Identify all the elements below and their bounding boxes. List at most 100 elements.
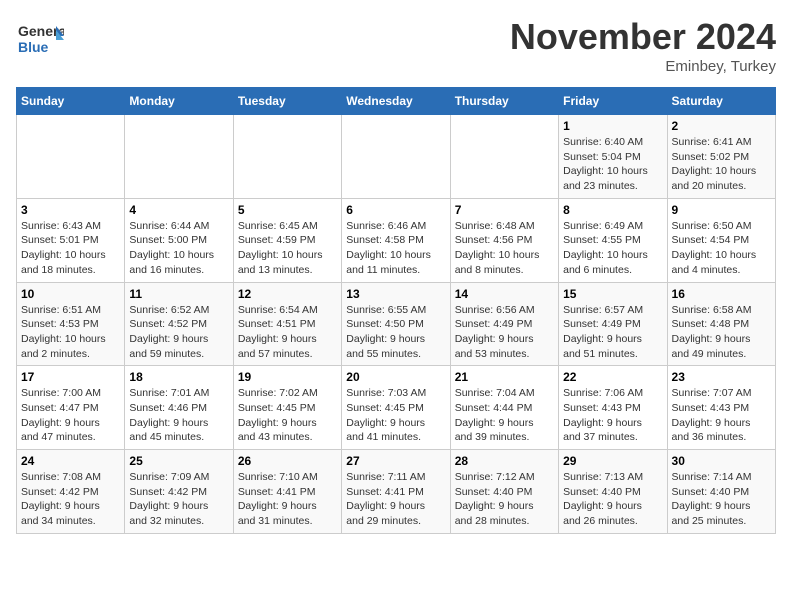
day-number: 18 <box>129 370 228 384</box>
calendar-cell: 23 Sunrise: 7:07 AM Sunset: 4:43 PM Dayli… <box>667 366 775 450</box>
day-number: 26 <box>238 454 337 468</box>
day-number: 16 <box>672 287 771 301</box>
page-header: General Blue November 2024 Eminbey, Turk… <box>16 16 776 75</box>
calendar-cell: 10 Sunrise: 6:51 AM Sunset: 4:53 PM Dayli… <box>17 282 125 366</box>
weekday-label: Saturday <box>667 88 775 115</box>
day-info: Sunrise: 7:12 AM Sunset: 4:40 PM Dayligh… <box>455 470 554 529</box>
day-info: Sunrise: 7:08 AM Sunset: 4:42 PM Dayligh… <box>21 470 120 529</box>
weekday-label: Thursday <box>450 88 558 115</box>
day-number: 8 <box>563 203 662 217</box>
day-number: 12 <box>238 287 337 301</box>
day-info: Sunrise: 6:44 AM Sunset: 5:00 PM Dayligh… <box>129 219 228 278</box>
calendar-cell: 5Sunrise: 6:45 AM Sunset: 4:59 PM Daylig… <box>233 198 341 282</box>
day-info: Sunrise: 6:57 AM Sunset: 4:49 PM Dayligh… <box>563 303 662 362</box>
day-number: 29 <box>563 454 662 468</box>
calendar-cell: 1 Sunrise: 6:40 AM Sunset: 5:04 PM Daylig… <box>559 115 667 199</box>
calendar-cell: 15 Sunrise: 6:57 AM Sunset: 4:49 PM Dayli… <box>559 282 667 366</box>
day-number: 9 <box>672 203 771 217</box>
day-number: 20 <box>346 370 445 384</box>
calendar-cell: 18 Sunrise: 7:01 AM Sunset: 4:46 PM Dayli… <box>125 366 233 450</box>
day-info: Sunrise: 6:46 AM Sunset: 4:58 PM Dayligh… <box>346 219 445 278</box>
day-number: 7 <box>455 203 554 217</box>
calendar-week-row: 24 Sunrise: 7:08 AM Sunset: 4:42 PM Dayli… <box>17 450 776 534</box>
title-block: November 2024 Eminbey, Turkey <box>510 16 776 75</box>
day-number: 23 <box>672 370 771 384</box>
day-number: 17 <box>21 370 120 384</box>
day-number: 14 <box>455 287 554 301</box>
day-info: Sunrise: 7:02 AM Sunset: 4:45 PM Dayligh… <box>238 386 337 445</box>
calendar-cell <box>233 115 341 199</box>
location: Eminbey, Turkey <box>510 58 776 75</box>
calendar-week-row: 10 Sunrise: 6:51 AM Sunset: 4:53 PM Dayli… <box>17 282 776 366</box>
calendar-cell: 16 Sunrise: 6:58 AM Sunset: 4:48 PM Dayli… <box>667 282 775 366</box>
calendar-cell: 4 Sunrise: 6:44 AM Sunset: 5:00 PM Daylig… <box>125 198 233 282</box>
day-number: 11 <box>129 287 228 301</box>
day-number: 28 <box>455 454 554 468</box>
calendar-cell: 28 Sunrise: 7:12 AM Sunset: 4:40 PM Dayli… <box>450 450 558 534</box>
day-info: Sunrise: 7:14 AM Sunset: 4:40 PM Dayligh… <box>672 470 771 529</box>
calendar-cell: 8 Sunrise: 6:49 AM Sunset: 4:55 PM Daylig… <box>559 198 667 282</box>
day-info: Sunrise: 6:50 AM Sunset: 4:54 PM Dayligh… <box>672 219 771 278</box>
calendar-cell: 19Sunrise: 7:02 AM Sunset: 4:45 PM Dayli… <box>233 366 341 450</box>
day-info: Sunrise: 6:40 AM Sunset: 5:04 PM Dayligh… <box>563 135 662 194</box>
day-info: Sunrise: 7:07 AM Sunset: 4:43 PM Dayligh… <box>672 386 771 445</box>
logo: General Blue <box>16 16 64 69</box>
calendar-body: 1 Sunrise: 6:40 AM Sunset: 5:04 PM Daylig… <box>17 115 776 534</box>
calendar-cell <box>342 115 450 199</box>
day-info: Sunrise: 7:00 AM Sunset: 4:47 PM Dayligh… <box>21 386 120 445</box>
calendar-cell <box>17 115 125 199</box>
day-number: 1 <box>563 119 662 133</box>
weekday-label: Tuesday <box>233 88 341 115</box>
weekday-label: Wednesday <box>342 88 450 115</box>
calendar-cell: 12 Sunrise: 6:54 AM Sunset: 4:51 PM Dayli… <box>233 282 341 366</box>
calendar-cell: 29Sunrise: 7:13 AM Sunset: 4:40 PM Dayli… <box>559 450 667 534</box>
calendar-cell <box>125 115 233 199</box>
day-info: Sunrise: 6:56 AM Sunset: 4:49 PM Dayligh… <box>455 303 554 362</box>
day-number: 22 <box>563 370 662 384</box>
svg-text:Blue: Blue <box>18 39 49 55</box>
weekday-label: Friday <box>559 88 667 115</box>
day-info: Sunrise: 7:03 AM Sunset: 4:45 PM Dayligh… <box>346 386 445 445</box>
calendar-cell: 2 Sunrise: 6:41 AM Sunset: 5:02 PM Daylig… <box>667 115 775 199</box>
calendar-cell: 25Sunrise: 7:09 AM Sunset: 4:42 PM Dayli… <box>125 450 233 534</box>
day-info: Sunrise: 6:43 AM Sunset: 5:01 PM Dayligh… <box>21 219 120 278</box>
calendar-cell: 27Sunrise: 7:11 AM Sunset: 4:41 PM Dayli… <box>342 450 450 534</box>
weekday-label: Monday <box>125 88 233 115</box>
calendar-week-row: 17 Sunrise: 7:00 AM Sunset: 4:47 PM Dayli… <box>17 366 776 450</box>
calendar-week-row: 1 Sunrise: 6:40 AM Sunset: 5:04 PM Daylig… <box>17 115 776 199</box>
day-number: 3 <box>21 203 120 217</box>
day-info: Sunrise: 6:52 AM Sunset: 4:52 PM Dayligh… <box>129 303 228 362</box>
calendar-week-row: 3 Sunrise: 6:43 AM Sunset: 5:01 PM Daylig… <box>17 198 776 282</box>
day-info: Sunrise: 6:48 AM Sunset: 4:56 PM Dayligh… <box>455 219 554 278</box>
day-info: Sunrise: 6:41 AM Sunset: 5:02 PM Dayligh… <box>672 135 771 194</box>
day-info: Sunrise: 6:51 AM Sunset: 4:53 PM Dayligh… <box>21 303 120 362</box>
day-number: 24 <box>21 454 120 468</box>
calendar-cell: 21 Sunrise: 7:04 AM Sunset: 4:44 PM Dayli… <box>450 366 558 450</box>
day-info: Sunrise: 6:55 AM Sunset: 4:50 PM Dayligh… <box>346 303 445 362</box>
day-number: 15 <box>563 287 662 301</box>
calendar-cell: 17 Sunrise: 7:00 AM Sunset: 4:47 PM Dayli… <box>17 366 125 450</box>
logo-icon: General Blue <box>16 16 64 64</box>
day-info: Sunrise: 6:58 AM Sunset: 4:48 PM Dayligh… <box>672 303 771 362</box>
calendar-cell: 24 Sunrise: 7:08 AM Sunset: 4:42 PM Dayli… <box>17 450 125 534</box>
day-number: 10 <box>21 287 120 301</box>
calendar-table: SundayMondayTuesdayWednesdayThursdayFrid… <box>16 87 776 534</box>
day-number: 25 <box>129 454 228 468</box>
calendar-cell: 14 Sunrise: 6:56 AM Sunset: 4:49 PM Dayli… <box>450 282 558 366</box>
day-info: Sunrise: 6:49 AM Sunset: 4:55 PM Dayligh… <box>563 219 662 278</box>
calendar-cell: 9 Sunrise: 6:50 AM Sunset: 4:54 PM Daylig… <box>667 198 775 282</box>
day-info: Sunrise: 7:04 AM Sunset: 4:44 PM Dayligh… <box>455 386 554 445</box>
weekday-header-row: SundayMondayTuesdayWednesdayThursdayFrid… <box>17 88 776 115</box>
day-number: 2 <box>672 119 771 133</box>
calendar-cell: 7 Sunrise: 6:48 AM Sunset: 4:56 PM Daylig… <box>450 198 558 282</box>
day-info: Sunrise: 7:11 AM Sunset: 4:41 PM Dayligh… <box>346 470 445 529</box>
day-number: 6 <box>346 203 445 217</box>
day-number: 4 <box>129 203 228 217</box>
day-number: 13 <box>346 287 445 301</box>
day-info: Sunrise: 7:10 AM Sunset: 4:41 PM Dayligh… <box>238 470 337 529</box>
day-info: Sunrise: 7:01 AM Sunset: 4:46 PM Dayligh… <box>129 386 228 445</box>
day-info: Sunrise: 6:54 AM Sunset: 4:51 PM Dayligh… <box>238 303 337 362</box>
day-number: 21 <box>455 370 554 384</box>
weekday-label: Sunday <box>17 88 125 115</box>
day-info: Sunrise: 6:45 AM Sunset: 4:59 PM Dayligh… <box>238 219 337 278</box>
